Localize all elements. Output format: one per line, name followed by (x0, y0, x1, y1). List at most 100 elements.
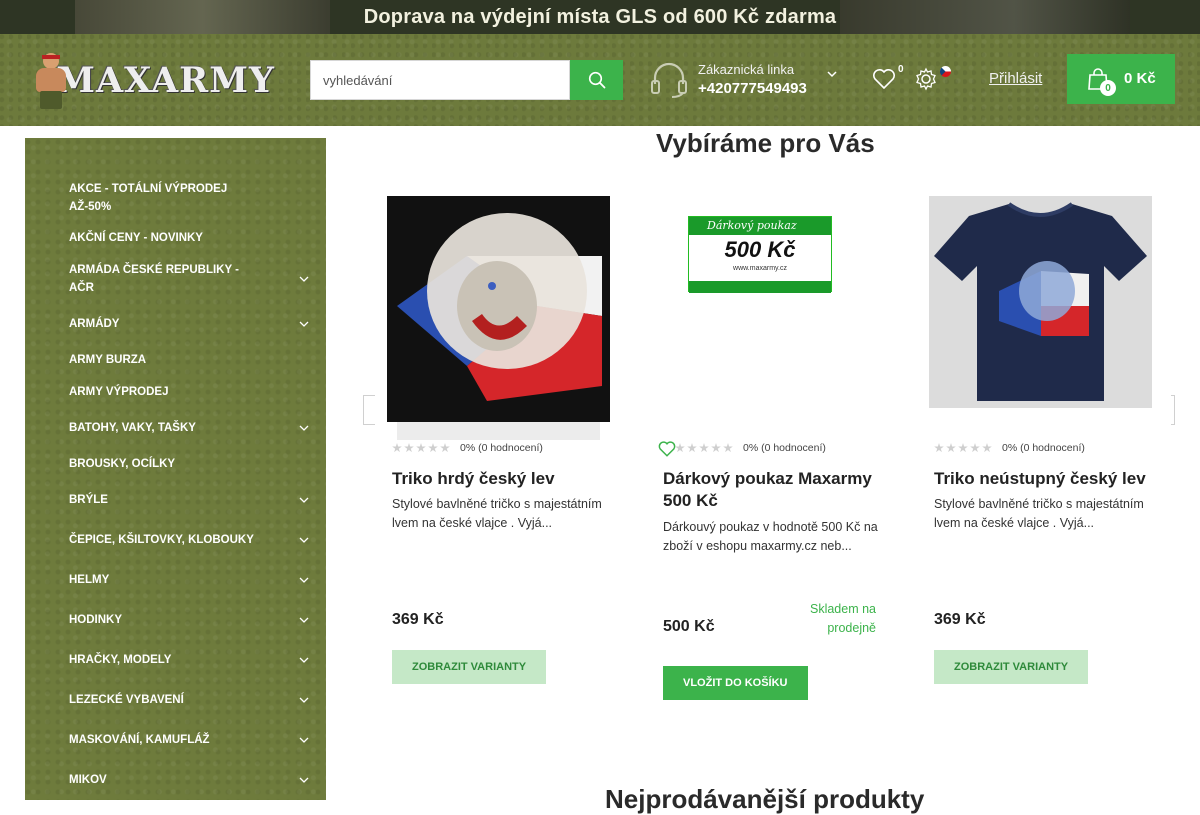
sidebar-item-label: ČEPICE, KŠILTOVKY, KLOBOUKY (69, 534, 254, 546)
sidebar-item-akcni-ceny[interactable]: AKČNÍ CENY - NOVINKY (69, 229, 309, 247)
wishlist-button[interactable]: 0 (872, 64, 908, 94)
customer-hotline[interactable]: Zákaznická linka +420777549493 (650, 60, 845, 104)
logo-text: MAXARMY (56, 59, 275, 101)
sidebar-item-maskovani[interactable]: MASKOVÁNÍ, KAMUFLÁŽ (69, 731, 309, 749)
chevron-down-icon[interactable] (299, 319, 309, 329)
sidebar-item-bryle[interactable]: BRÝLE (69, 491, 309, 509)
sidebar-item-label: HODINKY (69, 614, 123, 626)
product-image[interactable] (929, 196, 1152, 408)
rating-stars-icon (392, 443, 452, 453)
product-price: 369 Kč (392, 611, 444, 628)
wishlist-count: 0 (898, 64, 904, 75)
heart-icon[interactable] (658, 440, 676, 458)
sidebar-item-label: BRÝLE (69, 494, 108, 506)
hotline-label: Zákaznická linka (698, 62, 795, 77)
heart-icon (873, 69, 895, 90)
sidebar-item-brousky[interactable]: BROUSKY, OCÍLKY (69, 455, 309, 473)
product-card[interactable]: 0% (0 hodnocení) Triko neústupný český l… (917, 188, 1171, 713)
chevron-down-icon[interactable] (299, 535, 309, 545)
czech-flag-icon (940, 66, 951, 77)
chevron-down-icon[interactable] (299, 735, 309, 745)
product-name[interactable]: Dárkový poukaz Maxarmy 500 Kč (663, 468, 878, 512)
headset-icon (651, 62, 687, 98)
sidebar-item-hodinky[interactable]: HODINKY (69, 611, 309, 629)
product-name[interactable]: Triko hrdý český lev (392, 468, 607, 490)
product-price: 500 Kč (663, 618, 715, 635)
sidebar-item-label: HELMY (69, 574, 110, 586)
rating-text: 0% (0 hodnocení) (1002, 442, 1085, 454)
sidebar-item-label: BROUSKY, OCÍLKY (69, 458, 176, 470)
show-variants-button[interactable]: ZOBRAZIT VARIANTY (934, 650, 1089, 684)
sidebar-item-armady[interactable]: ARMÁDY (69, 315, 309, 333)
chevron-down-icon[interactable] (299, 423, 309, 433)
search-button[interactable] (570, 60, 623, 100)
sidebar-item-army-burza[interactable]: ARMY BURZA (69, 351, 309, 369)
chevron-down-icon[interactable] (299, 655, 309, 665)
voucher-title: Dárkový poukaz (689, 217, 831, 235)
sidebar-item-label: ARMÁDA ČESKÉ REPUBLIKY - AČR (69, 264, 239, 294)
sidebar-item-helmy[interactable]: HELMY (69, 571, 309, 589)
chevron-down-icon[interactable] (299, 274, 309, 284)
sidebar-item-label: ARMÁDY (69, 318, 120, 330)
login-link[interactable]: Přihlásit (989, 70, 1042, 87)
tshirt-image (929, 196, 1152, 408)
product-description: Dárkouvý poukaz v hodnotě 500 Kč na zbož… (663, 520, 878, 553)
hotline-number[interactable]: +420777549493 (698, 80, 807, 97)
search-icon (588, 71, 605, 89)
cart-button[interactable]: 0 0 Kč (1067, 54, 1175, 104)
rating-text: 0% (0 hodnocení) (743, 442, 826, 454)
sidebar-item-label: AKČNÍ CENY - NOVINKY (69, 232, 203, 244)
search-bar (310, 60, 623, 100)
site-logo[interactable]: MAXARMY (30, 50, 275, 110)
sidebar-item-mikov[interactable]: MIKOV (69, 771, 309, 789)
product-image[interactable]: Dárkový poukaz 500 Kč www.maxarmy.cz (688, 216, 832, 293)
product-rating: 0% (0 hodnocení) (675, 441, 826, 455)
product-card[interactable]: Dárkový poukaz 500 Kč www.maxarmy.cz 0% … (646, 188, 900, 713)
cart-total: 0 Kč (1124, 70, 1156, 87)
lion-flag-image (387, 196, 610, 440)
product-rating: 0% (0 hodnocení) (934, 441, 1085, 455)
product-card[interactable]: 0% (0 hodnocení) Triko hrdý český lev St… (375, 188, 629, 713)
chevron-down-icon[interactable] (299, 575, 309, 585)
chevron-down-icon[interactable] (299, 695, 309, 705)
sidebar-item-armada-cr[interactable]: ARMÁDA ČESKÉ REPUBLIKY - AČR (69, 261, 309, 297)
settings-button[interactable] (914, 66, 954, 95)
product-name[interactable]: Triko neústupný český lev (934, 468, 1149, 490)
sidebar-item-label: AKCE - TOTÁLNÍ VÝPRODEJ AŽ-50% (69, 183, 228, 213)
sidebar-item-label: ARMY BURZA (69, 354, 147, 366)
sidebar-item-batohy[interactable]: BATOHY, VAKY, TAŠKY (69, 419, 309, 437)
chevron-down-icon (827, 71, 837, 78)
chevron-down-icon[interactable] (299, 775, 309, 785)
rating-stars-icon (675, 443, 735, 453)
sidebar-item-akce[interactable]: AKCE - TOTÁLNÍ VÝPRODEJ AŽ-50% (69, 180, 309, 216)
product-image[interactable] (387, 196, 610, 440)
category-sidebar: AKCE - TOTÁLNÍ VÝPRODEJ AŽ-50% AKČNÍ CEN… (25, 138, 326, 800)
sidebar-item-cepice[interactable]: ČEPICE, KŠILTOVKY, KLOBOUKY (69, 531, 309, 549)
cart-count-badge: 0 (1100, 80, 1116, 96)
rating-text: 0% (0 hodnocení) (460, 442, 543, 454)
show-variants-button[interactable]: ZOBRAZIT VARIANTY (392, 650, 547, 684)
search-input[interactable] (310, 60, 570, 100)
sidebar-item-label: HRAČKY, MODELY (69, 654, 172, 666)
chevron-down-icon[interactable] (299, 615, 309, 625)
sidebar-item-label: LEZECKÉ VYBAVENÍ (69, 694, 184, 706)
soldier-mascot-icon (30, 51, 66, 109)
sidebar-item-army-vyprodej[interactable]: ARMY VÝPRODEJ (69, 383, 309, 401)
sidebar-item-hracky[interactable]: HRAČKY, MODELY (69, 651, 309, 669)
product-price: 369 Kč (934, 611, 986, 628)
voucher-url: www.maxarmy.cz (733, 265, 787, 272)
rating-stars-icon (934, 443, 994, 453)
sidebar-item-label: MIKOV (69, 774, 107, 786)
product-rating: 0% (0 hodnocení) (392, 441, 543, 455)
product-description: Stylové bavlněné tričko s majestátním lv… (934, 497, 1144, 530)
sidebar-item-lezecke[interactable]: LEZECKÉ VYBAVENÍ (69, 691, 309, 709)
add-to-cart-button[interactable]: VLOŽIT DO KOŠÍKU (663, 666, 808, 700)
gear-icon (916, 67, 936, 91)
shipping-banner-text: Doprava na výdejní místa GLS od 600 Kč z… (363, 5, 837, 28)
banner-photo-right (840, 0, 1130, 34)
voucher-amount: 500 Kč (724, 237, 796, 262)
chevron-down-icon[interactable] (299, 495, 309, 505)
product-description: Stylové bavlněné tričko s majestátním lv… (392, 497, 602, 530)
banner-photo-left (75, 0, 330, 34)
sidebar-item-label: MASKOVÁNÍ, KAMUFLÁŽ (69, 734, 210, 746)
